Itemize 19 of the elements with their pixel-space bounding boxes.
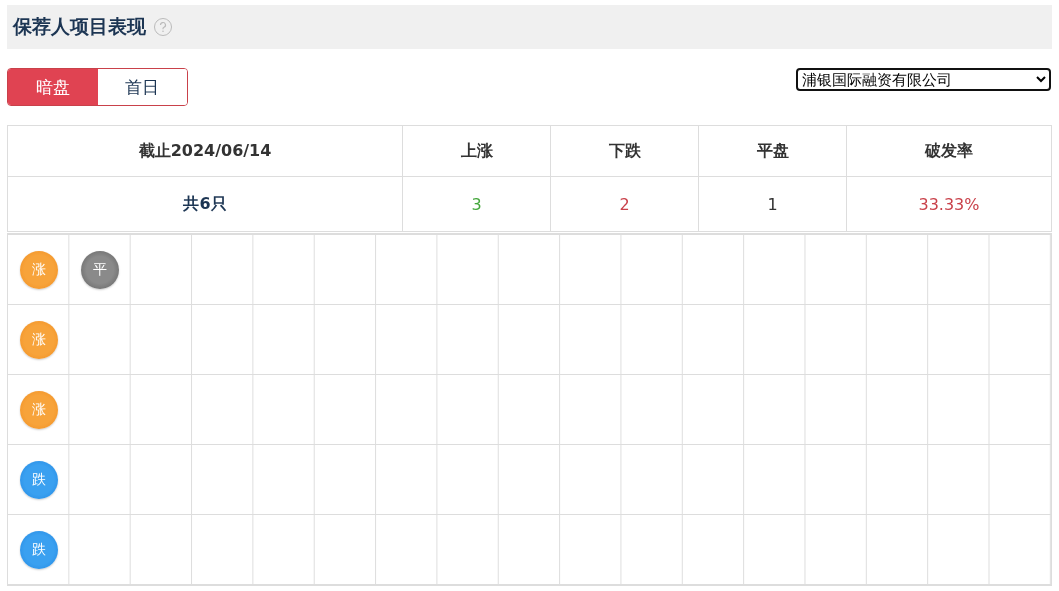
column-header: 破发率 [847, 126, 1051, 177]
sponsor-select[interactable]: 浦银国际融资有限公司 [796, 68, 1051, 91]
rise-badge: 涨 [19, 391, 58, 429]
column-header: 截止2024/06/14 [8, 126, 403, 177]
summary-value: 1 [767, 194, 778, 214]
summary-value: 2 [619, 194, 630, 214]
column-header: 平盘 [699, 126, 847, 177]
rise-badge: 涨 [19, 251, 58, 289]
rise-badge: 涨 [19, 321, 58, 359]
fall-badge: 跌 [19, 461, 58, 499]
section-title: 保荐人项目表现 [13, 14, 146, 39]
summary-value: 33.33% [918, 194, 980, 214]
summary-value: 共6只 [183, 193, 227, 215]
fall-badge: 跌 [19, 531, 58, 569]
summary-value: 3 [471, 194, 482, 214]
column-header: 下跌 [551, 126, 699, 177]
column-header: 上涨 [403, 126, 551, 177]
mode-tab[interactable]: 暗盘 [8, 69, 98, 105]
flat-badge: 平 [81, 251, 119, 289]
